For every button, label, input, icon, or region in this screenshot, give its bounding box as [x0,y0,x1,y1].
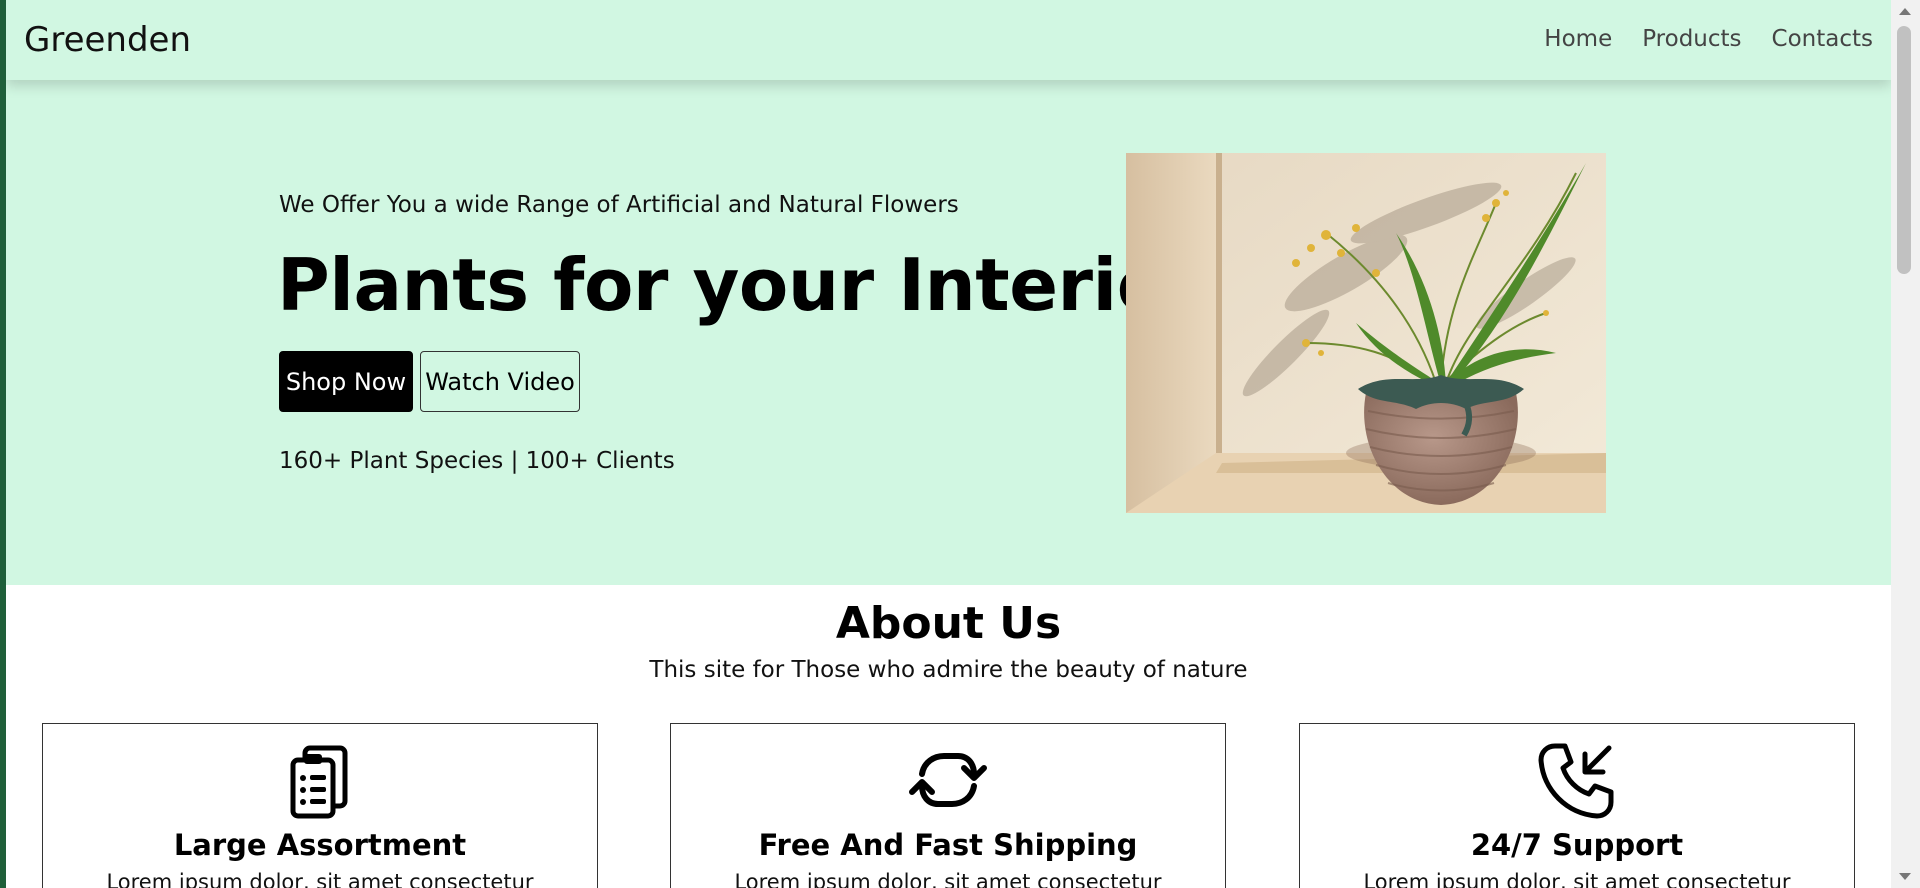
feature-card-support: 24/7 Support Lorem ipsum dolor, sit amet… [1299,723,1855,888]
phone-incoming-icon [1538,743,1614,819]
hero-subtitle: We Offer You a wide Range of Artificial … [279,192,959,218]
card-text: Lorem ipsum dolor, sit amet consectetur [734,870,1162,888]
clipboard-icon [290,745,348,819]
nav-link-products[interactable]: Products [1642,26,1741,52]
page: Greenden Home Products Contacts We Offer… [6,0,1891,888]
hero-title: Plants for your Interior [277,243,1201,327]
feature-card-shipping: Free And Fast Shipping Lorem ipsum dolor… [670,723,1226,888]
scroll-up-icon[interactable] [1899,8,1911,15]
card-text: Lorem ipsum dolor, sit amet consectetur [1363,870,1791,888]
watch-video-button[interactable]: Watch Video [420,351,580,412]
scroll-down-icon[interactable] [1899,873,1911,880]
card-title: 24/7 Support [1470,828,1684,862]
potted-plant-photo [1126,153,1606,513]
shop-now-button[interactable]: Shop Now [279,351,413,412]
scrollbar-thumb[interactable] [1897,26,1911,274]
card-title: Free And Fast Shipping [758,828,1138,862]
card-title: Large Assortment [173,828,467,862]
navbar: Greenden Home Products Contacts [6,0,1891,80]
brand-logo[interactable]: Greenden [24,20,191,60]
nav-link-contacts[interactable]: Contacts [1772,26,1873,52]
refresh-icon [909,753,987,807]
nav-links: Home Products Contacts [1544,26,1873,52]
hero-stats: 160+ Plant Species | 100+ Clients [279,448,675,474]
nav-link-home[interactable]: Home [1544,26,1612,52]
card-text: Lorem ipsum dolor, sit amet consectetur [106,870,534,888]
hero-section: We Offer You a wide Range of Artificial … [6,80,1891,585]
vertical-scrollbar[interactable] [1891,0,1920,888]
about-title: About Us [835,598,1062,649]
about-subtitle: This site for Those who admire the beaut… [649,657,1248,683]
feature-card-assortment: Large Assortment Lorem ipsum dolor, sit … [42,723,598,888]
